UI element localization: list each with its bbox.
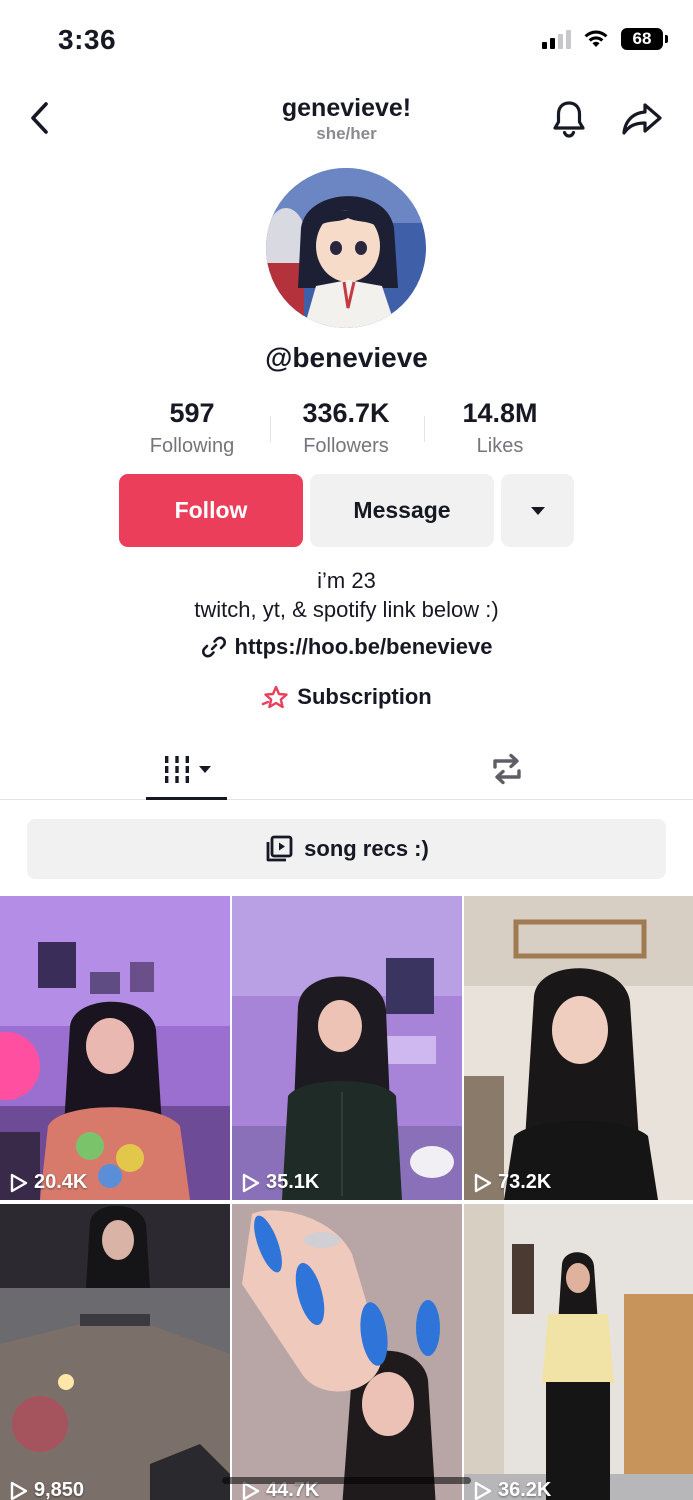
subscription-link[interactable]: Subscription <box>0 684 693 710</box>
video-thumbnail-image <box>464 1204 693 1500</box>
likes-label: Likes <box>476 435 524 457</box>
play-icon <box>10 1481 28 1500</box>
bell-icon <box>553 101 585 138</box>
view-count-text: 36.2K <box>498 1479 552 1500</box>
view-count-text: 9,850 <box>34 1479 85 1500</box>
caret-down-icon <box>530 506 545 515</box>
username-handle: @benevieve <box>265 342 428 373</box>
caret-down-icon <box>198 765 211 773</box>
video-thumbnail[interactable]: 73.2K <box>464 896 693 1200</box>
bio-link-text: https://hoo.be/benevieve <box>234 634 493 659</box>
profile-actions: Follow Message <box>0 474 693 548</box>
view-count: 35.1K <box>242 1171 319 1194</box>
share-arrow-icon <box>622 103 662 135</box>
status-bar: 3:36 68 <box>0 0 693 84</box>
view-count: 36.2K <box>474 1479 551 1500</box>
play-icon <box>474 1173 492 1192</box>
video-thumbnail[interactable]: 9,850 <box>0 1204 230 1500</box>
playlist-button[interactable]: song recs :) <box>27 819 666 879</box>
cellular-signal-icon <box>542 29 571 49</box>
message-button[interactable]: Message <box>310 474 494 547</box>
more-options-button[interactable] <box>501 474 574 547</box>
subscription-star-icon <box>262 685 288 709</box>
stat-following[interactable]: 597 Following <box>112 398 272 458</box>
playlist-label: song recs :) <box>304 836 429 861</box>
notification-button[interactable] <box>546 96 592 142</box>
tab-reposts[interactable] <box>466 738 547 800</box>
video-thumbnail[interactable]: 20.4K <box>0 896 230 1200</box>
profile-bio: i’m 23 twitch, yt, & spotify link below … <box>0 566 693 624</box>
following-count: 597 <box>169 398 215 428</box>
view-count: 20.4K <box>10 1171 87 1194</box>
active-tab-indicator <box>146 797 227 800</box>
video-thumbnail-image <box>0 1204 230 1500</box>
status-icons: 68 <box>542 28 668 50</box>
repost-icon <box>492 753 521 785</box>
play-icon <box>10 1173 28 1192</box>
view-count-text: 35.1K <box>266 1171 320 1193</box>
video-thumbnail[interactable]: 36.2K <box>464 1204 693 1500</box>
subscription-label: Subscription <box>297 684 432 709</box>
wifi-icon <box>584 30 608 47</box>
avatar-image <box>266 168 426 328</box>
video-thumbnail[interactable]: 44.7K <box>232 1204 462 1500</box>
view-count: 73.2K <box>474 1171 551 1194</box>
video-thumbnail-image <box>464 896 693 1200</box>
view-count-text: 20.4K <box>34 1171 88 1193</box>
video-thumbnail-image <box>232 896 462 1200</box>
play-icon <box>474 1481 492 1500</box>
share-button[interactable] <box>618 96 666 142</box>
view-count: 9,850 <box>10 1479 84 1500</box>
play-icon <box>242 1173 260 1192</box>
followers-count: 336.7K <box>302 398 390 428</box>
video-grid: 20.4K 35.1K 73.2K 9,850 44.7K 36.2K <box>0 896 693 1500</box>
home-indicator[interactable] <box>222 1477 471 1484</box>
view-count-text: 73.2K <box>498 1171 552 1193</box>
following-label: Following <box>149 435 235 457</box>
battery-icon: 68 <box>621 28 668 50</box>
follow-button[interactable]: Follow <box>119 474 303 547</box>
link-icon <box>201 636 226 658</box>
playlist-icon <box>266 835 293 862</box>
bio-line: twitch, yt, & spotify link below :) <box>194 597 499 622</box>
video-thumbnail-image <box>0 896 230 1200</box>
video-grid-icon <box>164 756 189 783</box>
stat-followers[interactable]: 336.7K Followers <box>266 398 426 458</box>
content-tabs <box>0 738 693 800</box>
video-thumbnail[interactable]: 35.1K <box>232 896 462 1200</box>
status-time: 3:36 <box>58 24 117 55</box>
tab-videos[interactable] <box>146 738 227 800</box>
profile-stats: 597 Following 336.7K Followers 14.8M Lik… <box>0 398 693 468</box>
likes-count: 14.8M <box>462 398 538 428</box>
profile-avatar[interactable] <box>266 168 426 328</box>
followers-label: Followers <box>303 435 389 457</box>
stat-likes[interactable]: 14.8M Likes <box>420 398 580 458</box>
video-thumbnail-image <box>232 1204 462 1500</box>
profile-header: genevieve! she/her <box>0 84 693 154</box>
bio-line: i’m 23 <box>317 568 376 593</box>
bio-link[interactable]: https://hoo.be/benevieve <box>0 634 693 660</box>
